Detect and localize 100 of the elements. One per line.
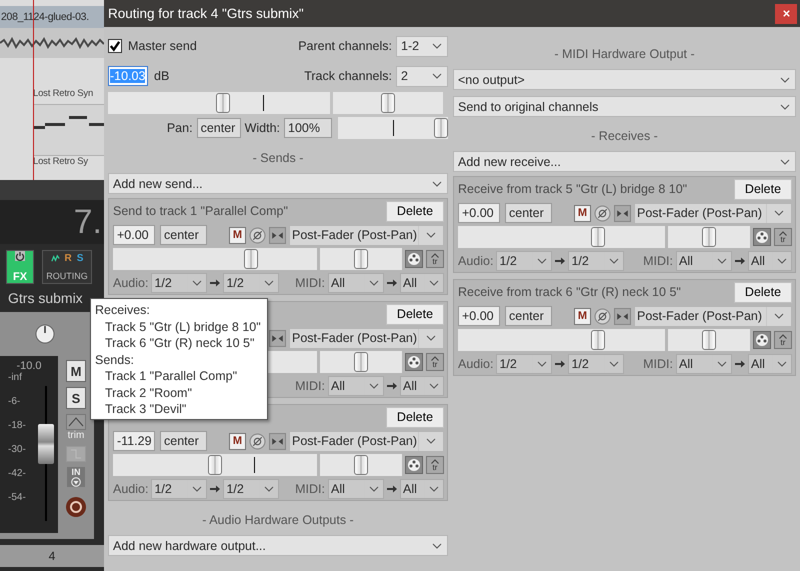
midi-source-dropdown[interactable]: All (328, 273, 384, 293)
audio-label: Audio: (113, 276, 148, 290)
midi-destination-dropdown[interactable]: All (748, 251, 792, 271)
solo-button[interactable]: S (66, 387, 86, 409)
audio-source-dropdown[interactable]: 1/2 (151, 479, 208, 499)
midi-source-dropdown[interactable]: All (676, 354, 732, 374)
envelope-button[interactable]: tr (774, 331, 792, 349)
audio-source-dropdown[interactable]: 1/2 (151, 273, 208, 293)
volume-field[interactable]: -11.29 (113, 431, 155, 451)
midi-source-dropdown[interactable]: All (676, 251, 732, 271)
section-heading: - Receives - (590, 129, 659, 145)
section-heading: - Sends - (252, 151, 304, 167)
tooltip-line: Track 5 "Gtr (L) bridge 8 10" (104, 318, 261, 335)
section-heading: - MIDI Hardware Output - (553, 47, 696, 63)
panel-title: Receive from track 5 "Gtr (L) bridge 8 10" (458, 182, 688, 196)
panel-title: Receive from track 6 "Gtr (R) neck 10 5" (458, 285, 681, 299)
dropdown[interactable]: Add new hardware output... (108, 535, 448, 556)
dropdown[interactable]: Add new receive... (453, 151, 796, 172)
peak-readout: -10.0 (15, 359, 43, 372)
dropdown[interactable]: Send to original channels (453, 96, 796, 117)
envelope-button[interactable]: tr (426, 353, 444, 371)
send-mode-dropdown[interactable]: Post-Fader (Post-Pan) (289, 430, 444, 452)
tooltip-line: Sends: (95, 352, 134, 368)
pan-field[interactable]: center (505, 306, 552, 326)
mute-button[interactable]: M (574, 308, 591, 324)
midi-label: MIDI: (643, 254, 673, 268)
midi-source-dropdown[interactable]: All (328, 376, 384, 396)
audio-source-dropdown[interactable]: 1/2 (496, 354, 552, 374)
trim-label: trim (68, 430, 84, 441)
field-label: Parent channels: (298, 39, 392, 53)
send-mode-dropdown[interactable]: Post-Fader (Post-Pan) (289, 328, 444, 348)
meter-scale-label: -inf (8, 372, 23, 383)
envelope-button[interactable]: tr (774, 228, 792, 246)
window-title: Routing for track 4 "Gtrs submix" (108, 6, 305, 21)
tooltip-line: Receives: (95, 302, 150, 318)
field-label: Track channels: (304, 69, 392, 83)
send-mode-dropdown[interactable]: Post-Fader (Post-Pan) (289, 224, 444, 246)
mute-button[interactable]: M (66, 360, 86, 382)
section-heading: - Audio Hardware Outputs - (201, 513, 355, 529)
track-channels-dropdown[interactable]: 2 (396, 66, 448, 86)
routing-button[interactable]: R S ROUTING (42, 250, 92, 284)
audio-label: Audio: (113, 482, 148, 496)
send-mode-dropdown[interactable]: Post-Fader (Post-Pan) (634, 202, 792, 224)
clip-name: Lost Retro Sy (32, 156, 89, 169)
pan-field[interactable]: center (196, 118, 241, 138)
meter-scale-label: -30- (8, 444, 27, 455)
audio-destination-dropdown[interactable]: 1/2 (223, 273, 280, 293)
envelope-button[interactable]: tr (426, 250, 444, 268)
input-button[interactable]: IN (67, 467, 85, 487)
dropdown[interactable]: Add new send... (108, 173, 448, 194)
envelope-button[interactable]: tr (426, 456, 444, 474)
delete-button[interactable]: Delete (386, 406, 444, 428)
time-display: 7. (0, 200, 104, 244)
midi-label: MIDI: (643, 357, 673, 371)
midi-label: MIDI: (295, 379, 325, 393)
pan-field[interactable]: center (160, 431, 207, 451)
field-label: Pan: (166, 121, 193, 135)
audio-source-dropdown[interactable]: 1/2 (496, 251, 552, 271)
field-label: Width: (244, 121, 280, 135)
audio-destination-dropdown[interactable]: 1/2 (568, 354, 624, 374)
audio-destination-dropdown[interactable]: 1/2 (568, 251, 624, 271)
pan-field[interactable]: center (160, 225, 207, 245)
clip-name: Lost Retro Syn (32, 88, 94, 101)
mute-button[interactable]: M (229, 432, 246, 450)
width-field[interactable]: 100% (284, 118, 332, 138)
midi-destination-dropdown[interactable]: All (400, 273, 444, 293)
tooltip-line: Track 6 "Gtr (R) neck 10 5" (104, 335, 254, 352)
parent-channels-dropdown[interactable]: 1-2 (396, 36, 448, 56)
midi-destination-dropdown[interactable]: All (400, 376, 444, 396)
dropdown[interactable]: <no output> (453, 69, 796, 90)
delete-button[interactable]: Delete (386, 304, 444, 324)
midi-destination-dropdown[interactable]: All (748, 354, 792, 374)
delete-button[interactable]: Delete (386, 200, 444, 222)
meter-scale-label: -6- (8, 396, 22, 407)
send-mode-dropdown[interactable]: Post-Fader (Post-Pan) (634, 306, 792, 326)
tooltip-line: Track 1 "Parallel Comp" (104, 368, 238, 384)
midi-destination-dropdown[interactable]: All (400, 479, 444, 499)
volume-field[interactable]: +0.00 (458, 306, 500, 326)
pan-field[interactable]: center (505, 203, 552, 223)
midi-label: MIDI: (295, 276, 325, 290)
tooltip-line: Track 3 "Devil" (104, 401, 186, 418)
meter-scale-label: -18- (8, 420, 27, 431)
meter-scale-label: -54- (8, 492, 27, 503)
routing-letter: S (76, 253, 84, 264)
volume-field[interactable]: +0.00 (113, 225, 155, 245)
delete-button[interactable]: Delete (734, 178, 792, 200)
audio-destination-dropdown[interactable]: 1/2 (223, 479, 280, 499)
routing-letter: R (64, 253, 72, 264)
master-send-checkbox[interactable]: Master send (108, 39, 197, 53)
track-number: 4 (0, 545, 104, 567)
audio-label: Audio: (458, 254, 494, 268)
mute-button[interactable]: M (229, 226, 246, 244)
tooltip-line: Track 2 "Room" (104, 384, 192, 401)
midi-label: MIDI: (295, 482, 325, 496)
midi-source-dropdown[interactable]: All (328, 479, 384, 499)
delete-button[interactable]: Delete (734, 282, 792, 302)
unit-label: dB (154, 69, 170, 83)
mute-button[interactable]: M (574, 204, 591, 222)
panel-title: Send to track 1 "Parallel Comp" (113, 204, 288, 218)
volume-field[interactable]: +0.00 (458, 203, 500, 223)
